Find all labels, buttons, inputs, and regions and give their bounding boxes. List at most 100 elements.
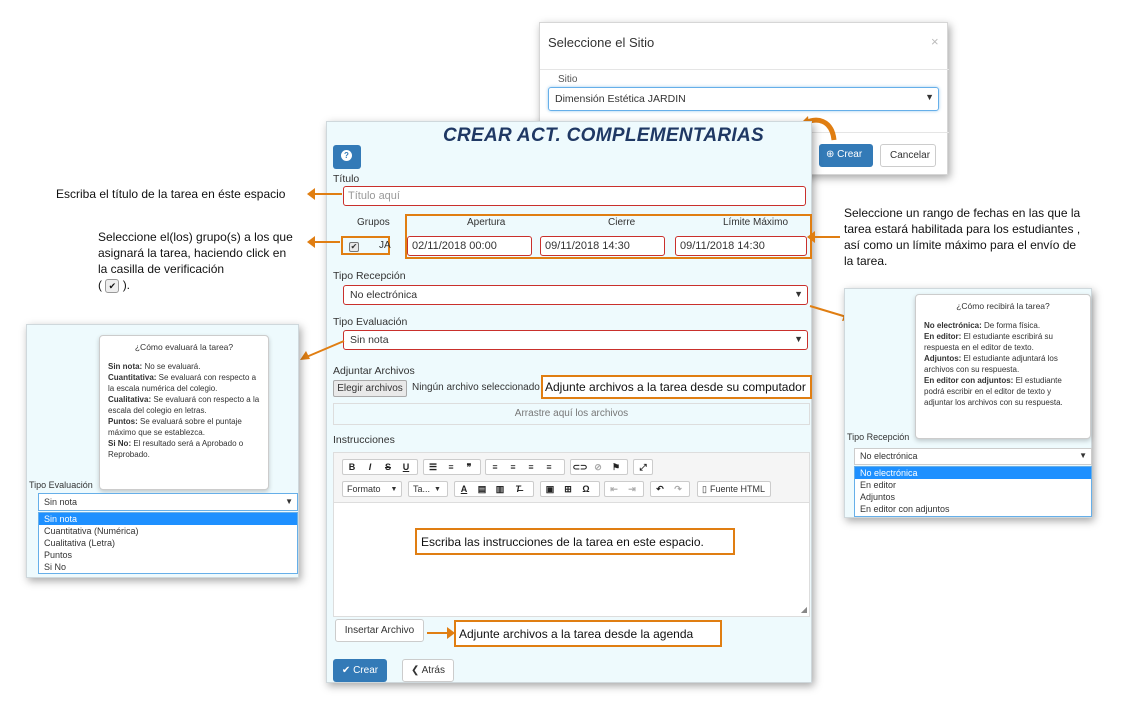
modal-crear-label: Crear xyxy=(837,149,863,160)
justify-icon[interactable]: ≡ xyxy=(540,460,558,474)
dropdown-option[interactable]: Sin nota xyxy=(39,513,297,525)
recepcion-field-label: Tipo Recepción xyxy=(847,432,910,442)
adjunte-agenda-callout: Adjunte archivos a la tarea desde la age… xyxy=(454,620,722,647)
undo-icon[interactable]: ↶ xyxy=(651,482,669,496)
help-button[interactable]: ? xyxy=(333,145,361,169)
arrow-right-icon xyxy=(447,627,455,639)
recepcion-select[interactable]: No electrónica ▼ xyxy=(854,448,1092,465)
tooltip-term: En editor: xyxy=(924,332,962,341)
arrow-line xyxy=(312,241,340,243)
special-char-button[interactable]: Ω xyxy=(577,482,595,496)
source-button[interactable]: ▯ Fuente HTML xyxy=(697,481,771,497)
chevron-down-icon: ▼ xyxy=(434,485,441,493)
strike-button[interactable]: S xyxy=(379,460,397,474)
tooltip-term: Cuantitativa: xyxy=(108,373,157,382)
crear-button[interactable]: ✔ Crear xyxy=(333,659,387,682)
underline-button[interactable]: U xyxy=(397,460,415,474)
divider xyxy=(540,69,949,70)
dropdown-option[interactable]: Cuantitativa (Numérica) xyxy=(39,525,297,537)
connector-arrows xyxy=(300,305,852,360)
chevron-left-icon: ❮ xyxy=(411,665,420,676)
dropdown-option[interactable]: En editor con adjuntos xyxy=(855,503,1091,515)
resize-handle-icon[interactable]: ◢ xyxy=(801,605,807,614)
evaluacion-select[interactable]: Sin nota ▼ xyxy=(38,493,298,511)
outdent-icon[interactable]: ⇤ xyxy=(605,482,623,496)
adjunte-pc-callout: Adjunte archivos a la tarea desde su com… xyxy=(541,375,812,399)
modal-title: Seleccione el Sitio xyxy=(548,35,655,50)
blockquote-icon[interactable]: ❞ xyxy=(460,460,478,474)
grupo-row: ✔ JA xyxy=(341,236,391,255)
file-dropzone[interactable]: Arrastre aquí los archivos xyxy=(333,403,810,425)
dropdown-option[interactable]: Si No xyxy=(39,561,297,573)
tooltip-title: ¿Cómo recibirá la tarea? xyxy=(956,301,1050,311)
paste-text-icon[interactable]: ▥ xyxy=(491,482,509,496)
create-activity-form: CREAR ACT. COMPLEMENTARIAS ? Título Títu… xyxy=(326,121,812,683)
grupos-line-2: asignará la tarea, haciendo click en xyxy=(98,246,287,260)
numbered-list-icon[interactable]: ≡ xyxy=(442,460,460,474)
dropdown-option[interactable]: Adjuntos xyxy=(855,491,1091,503)
evaluacion-help-panel: ¿Cómo evaluará la tarea? Sin nota: No se… xyxy=(26,324,299,578)
titulo-label: Título xyxy=(333,173,360,185)
insert-file-button[interactable]: Insertar Archivo xyxy=(335,619,424,642)
flag-icon[interactable]: ⚑ xyxy=(607,460,625,474)
fechas-line-3: así como un límite máximo para el envío … xyxy=(844,238,1077,252)
instrucciones-callout: Escriba las instrucciones de la tarea en… xyxy=(415,528,735,555)
titulo-input[interactable]: Título aquí xyxy=(343,186,806,206)
unlink-icon[interactable]: ⊘ xyxy=(589,460,607,474)
clear-format-icon[interactable]: T̶ xyxy=(509,482,527,496)
question-icon: ? xyxy=(341,150,352,161)
align-left-icon[interactable]: ≡ xyxy=(486,460,504,474)
paste-icon[interactable]: ▤ xyxy=(473,482,491,496)
checkbox-icon: ✔ xyxy=(105,278,120,293)
evaluacion-tooltip: ¿Cómo evaluará la tarea? Sin nota: No se… xyxy=(99,335,269,490)
tooltip-entry: Adjuntos: El estudiante adjuntará los ar… xyxy=(924,353,1082,375)
atras-button[interactable]: ❮ Atrás xyxy=(402,659,454,682)
arrow-left-icon xyxy=(807,231,815,243)
redo-icon[interactable]: ↷ xyxy=(669,482,687,496)
size-dropdown[interactable]: Ta... ▼ xyxy=(408,481,448,497)
close-icon[interactable]: × xyxy=(931,34,939,49)
dropdown-option[interactable]: En editor xyxy=(855,479,1091,491)
format-dropdown[interactable]: Formato ▼ xyxy=(342,481,402,497)
apertura-input[interactable]: 02/11/2018 00:00 xyxy=(407,236,532,256)
group-checkbox[interactable]: ✔ xyxy=(349,242,359,252)
maximize-icon[interactable]: ⤢ xyxy=(634,460,652,474)
tooltip-entry: Sin nota: No se evaluará. xyxy=(108,361,260,372)
fechas-line-2: tarea estará habilitada para los estudia… xyxy=(844,222,1081,236)
indent-icon[interactable]: ⇥ xyxy=(623,482,641,496)
atras-label: Atrás xyxy=(421,665,445,676)
bold-button[interactable]: B xyxy=(343,460,361,474)
limite-input[interactable]: 09/11/2018 14:30 xyxy=(675,236,807,256)
italic-button[interactable]: I xyxy=(361,460,379,474)
evaluacion-options: Sin nota Cuantitativa (Numérica) Cualitati… xyxy=(38,512,298,574)
fechas-callout: Seleccione un rango de fechas en las que… xyxy=(844,205,1080,269)
grupos-callout: Seleccione el(los) grupo(s) a los que as… xyxy=(98,229,293,293)
recepcion-select-value: No electrónica xyxy=(860,451,918,461)
dropdown-option[interactable]: Cualitativa (Letra) xyxy=(39,537,297,549)
recepcion-tooltip: ¿Cómo recibirá la tarea? No electrónica:… xyxy=(915,294,1091,439)
align-right-icon[interactable]: ≡ xyxy=(522,460,540,474)
paren-close: ). xyxy=(122,278,131,292)
align-center-icon[interactable]: ≡ xyxy=(504,460,522,474)
crear-label: Crear xyxy=(353,665,379,676)
image-icon[interactable]: ▣ xyxy=(541,482,559,496)
tooltip-entry: No electrónica: De forma física. xyxy=(924,320,1082,331)
editor-toolbar: B I S U ☰ ≡ ❞ ≡ ≡ ≡ ≡ ⊂⊃ ⊘ ⚑ ⤢ Formato ▼… xyxy=(334,453,809,503)
dropdown-option[interactable]: Puntos xyxy=(39,549,297,561)
arrow-left-icon xyxy=(307,188,315,200)
grupos-header: Grupos xyxy=(357,217,390,228)
bullet-list-icon[interactable]: ☰ xyxy=(424,460,442,474)
check-icon: ✔ xyxy=(341,665,351,676)
link-icon[interactable]: ⊂⊃ xyxy=(571,460,589,474)
modal-cancel-button[interactable]: Cancelar xyxy=(880,144,936,167)
choose-files-button[interactable]: Elegir archivos xyxy=(333,380,407,397)
arrow-left-icon xyxy=(307,236,315,248)
table-icon[interactable]: ⊞ xyxy=(559,482,577,496)
tooltip-term: Puntos: xyxy=(108,417,138,426)
cierre-input[interactable]: 09/11/2018 14:30 xyxy=(540,236,665,256)
site-select[interactable]: Dimensión Estética JARDIN ▼ xyxy=(548,87,939,111)
chevron-down-icon: ▼ xyxy=(390,485,398,493)
font-color-button[interactable]: A xyxy=(455,482,473,496)
tooltip-desc: No se evaluará. xyxy=(142,362,201,371)
dropdown-option[interactable]: No electrónica xyxy=(855,467,1091,479)
